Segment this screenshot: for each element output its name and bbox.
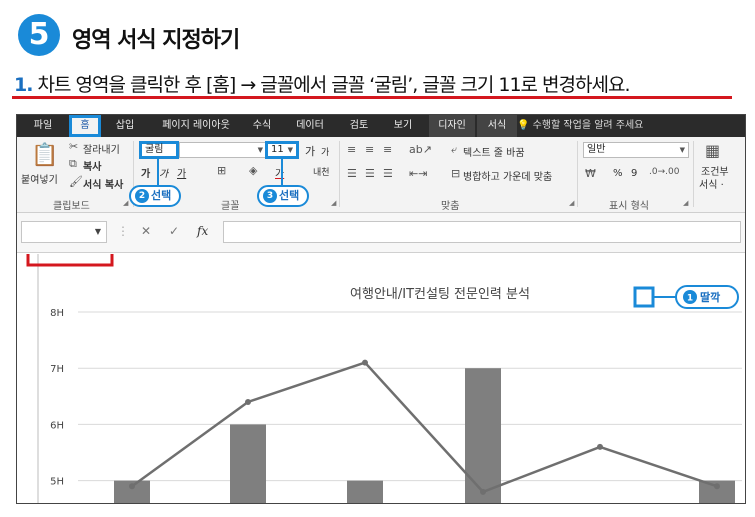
y-tick-label: 5H <box>50 477 64 488</box>
resize-handle[interactable] <box>435 242 443 250</box>
bar[interactable] <box>230 424 266 517</box>
line-marker[interactable] <box>480 488 486 495</box>
line-marker[interactable] <box>597 443 603 450</box>
line-marker[interactable] <box>362 359 368 366</box>
resize-handle[interactable] <box>36 242 44 250</box>
y-tick-label: 6H <box>50 420 64 431</box>
chart-title[interactable]: 여행안내/IT컨설팅 전문인력 분석 <box>350 286 530 302</box>
y-tick-label: 8H <box>50 308 64 319</box>
chart-area[interactable]: 여행안내/IT컨설팅 전문인력 분석 5H 6H 7H 8H 1 딸깍 <box>0 0 755 517</box>
y-tick-label: 7H <box>50 364 64 375</box>
line-marker[interactable] <box>245 398 251 405</box>
line-marker[interactable] <box>129 483 135 490</box>
callout-number: 1 <box>687 294 693 304</box>
bar[interactable] <box>347 480 383 517</box>
line-marker[interactable] <box>714 483 720 490</box>
callout-label: 딸깍 <box>700 290 720 304</box>
click-marker-box <box>633 286 655 308</box>
